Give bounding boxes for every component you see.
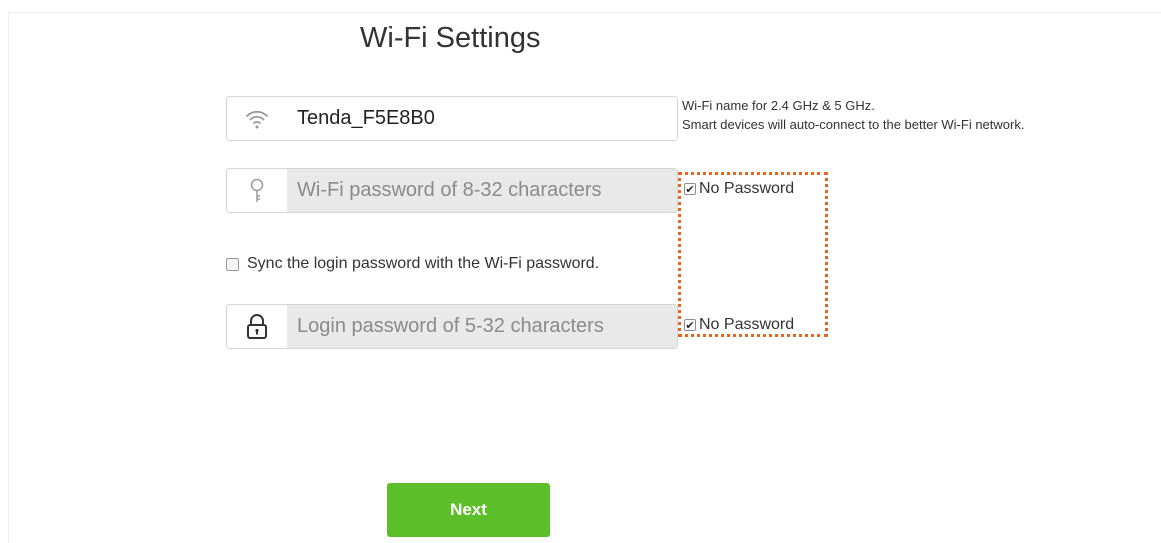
next-button[interactable]: Next (387, 483, 550, 537)
wifi-name-field[interactable]: Tenda_F5E8B0 (226, 96, 678, 141)
wifi-name-input[interactable]: Tenda_F5E8B0 (287, 97, 677, 140)
highlight-box (678, 172, 828, 337)
key-icon (227, 169, 287, 212)
wifi-name-hint-line1: Wi-Fi name for 2.4 GHz & 5 GHz. (682, 98, 875, 113)
lock-icon (227, 305, 287, 348)
sync-check-box[interactable] (226, 257, 239, 271)
sync-password-label: Sync the login password with the Wi-Fi p… (247, 255, 600, 272)
wifi-name-hint-line2: Smart devices will auto-connect to the b… (682, 117, 1025, 132)
wifi-name-hint: Wi-Fi name for 2.4 GHz & 5 GHz. Smart de… (682, 96, 1024, 134)
sync-password-checkbox[interactable]: Sync the login password with the Wi-Fi p… (226, 255, 599, 273)
page: Wi-Fi Settings Tenda_F5E8B0 Wi-Fi name f… (0, 0, 1161, 543)
settings-card (8, 12, 1161, 543)
login-password-input[interactable]: Login password of 5-32 characters (287, 305, 677, 348)
wifi-password-input[interactable]: Wi-Fi password of 8-32 characters (287, 169, 677, 212)
page-title: Wi-Fi Settings (360, 22, 541, 54)
wifi-icon (227, 97, 287, 140)
wifi-password-field[interactable]: Wi-Fi password of 8-32 characters (226, 168, 678, 213)
login-password-field[interactable]: Login password of 5-32 characters (226, 304, 678, 349)
